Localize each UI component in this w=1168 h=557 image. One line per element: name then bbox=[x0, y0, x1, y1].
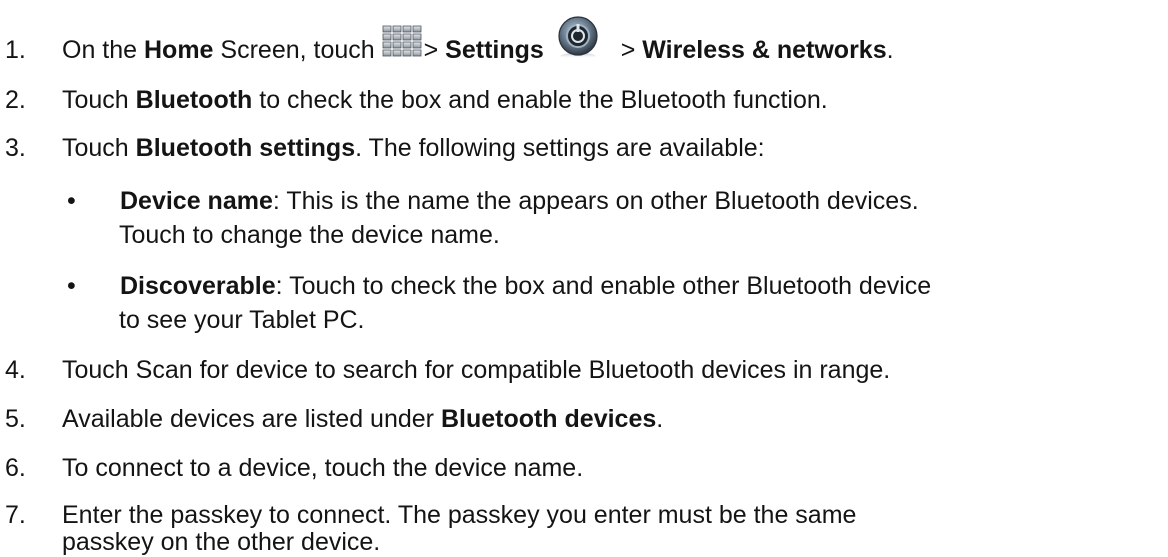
bullet-symbol: • bbox=[67, 272, 76, 300]
step-text: Touch Bluetooth to check the box and ena… bbox=[62, 86, 828, 114]
bullet-symbol: • bbox=[67, 187, 76, 215]
step-text: On the Home Screen, touch > Settings > W… bbox=[62, 16, 894, 65]
bullet-text: Discoverable: Touch to check the box and… bbox=[120, 272, 932, 300]
step-text: Available devices are listed under Bluet… bbox=[62, 405, 664, 433]
bullet-text: to see your Tablet PC. bbox=[119, 306, 365, 334]
step-text: Touch Bluetooth settings. The following … bbox=[62, 134, 765, 162]
bullet-text: Device name: This is the name the appear… bbox=[120, 187, 919, 215]
step-number: 7. bbox=[5, 501, 26, 529]
settings-dial-icon bbox=[558, 16, 598, 60]
step-text: To connect to a device, touch the device… bbox=[62, 454, 584, 482]
app-grid-icon bbox=[382, 25, 422, 57]
step-text: Enter the passkey to connect. The passke… bbox=[62, 501, 857, 529]
step-number: 6. bbox=[5, 454, 26, 482]
bullet-text: Touch to change the device name. bbox=[119, 221, 500, 249]
step-number: 4. bbox=[5, 356, 26, 384]
step-number: 2. bbox=[5, 86, 26, 114]
step-number: 3. bbox=[5, 134, 26, 162]
step-number: 5. bbox=[5, 405, 26, 433]
step-number: 1. bbox=[5, 36, 26, 64]
step-text: passkey on the other device. bbox=[62, 528, 381, 556]
step-text: Touch Scan for device to search for comp… bbox=[62, 356, 891, 384]
